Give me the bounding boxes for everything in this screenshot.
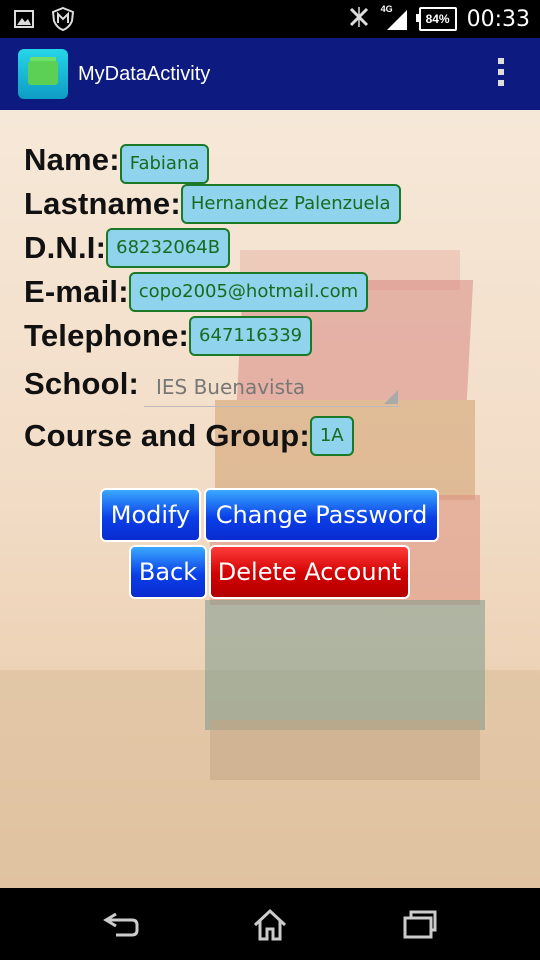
dni-field[interactable]: 68232064B <box>106 228 231 268</box>
signal-icon: 4G <box>381 4 409 32</box>
navigation-bar <box>0 888 540 960</box>
battery-icon: 84% <box>415 7 457 31</box>
lastname-row: Lastname: Hernandez Palenzuela <box>24 184 401 224</box>
school-row: School: <box>24 366 139 402</box>
change-password-button[interactable]: Change Password <box>204 488 439 542</box>
telephone-field[interactable]: 647116339 <box>189 316 313 356</box>
no-signal-icon <box>347 5 371 33</box>
recents-icon[interactable] <box>402 908 438 944</box>
overflow-menu-icon[interactable] <box>498 58 506 86</box>
school-value: IES Buenavista <box>156 375 306 399</box>
email-row: E-mail: copo2005@hotmail.com <box>24 272 369 312</box>
dni-row: D.N.I: 68232064B <box>24 228 231 268</box>
name-label: Name: <box>24 142 120 177</box>
content-area: Name: Fabiana Lastname: Hernandez Palenz… <box>0 110 540 888</box>
telephone-label: Telephone: <box>24 318 190 353</box>
background-book <box>210 720 480 780</box>
course-row: Course and Group: 1A <box>24 416 354 456</box>
school-label: School: <box>24 366 140 401</box>
app-title: MyDataActivity <box>78 62 211 85</box>
lastname-field[interactable]: Hernandez Palenzuela <box>180 184 401 224</box>
dni-label: D.N.I: <box>24 230 107 265</box>
back-button[interactable]: Back <box>129 545 207 599</box>
back-icon[interactable] <box>102 908 140 944</box>
home-icon[interactable] <box>252 908 288 946</box>
lastname-label: Lastname: <box>24 186 181 221</box>
battery-level: 84% <box>425 12 450 26</box>
name-field[interactable]: Fabiana <box>119 144 210 184</box>
modify-button[interactable]: Modify <box>100 488 201 542</box>
course-field[interactable]: 1A <box>309 416 354 456</box>
clock: 00:33 <box>466 6 530 32</box>
app-icon[interactable] <box>18 49 68 99</box>
course-label: Course and Group: <box>24 418 310 453</box>
image-icon <box>14 10 34 32</box>
email-field[interactable]: copo2005@hotmail.com <box>128 272 369 312</box>
dropdown-arrow-icon <box>384 390 398 404</box>
background-book <box>205 600 485 730</box>
status-bar: 4G 84% 00:33 <box>0 0 540 38</box>
action-bar: MyDataActivity <box>0 38 540 110</box>
school-dropdown[interactable]: IES Buenavista <box>144 372 400 407</box>
email-label: E-mail: <box>24 274 129 309</box>
name-row: Name: Fabiana <box>24 136 210 184</box>
telephone-row: Telephone: 647116339 <box>24 316 313 356</box>
delete-account-button[interactable]: Delete Account <box>209 545 410 599</box>
mcafee-icon <box>51 6 75 35</box>
